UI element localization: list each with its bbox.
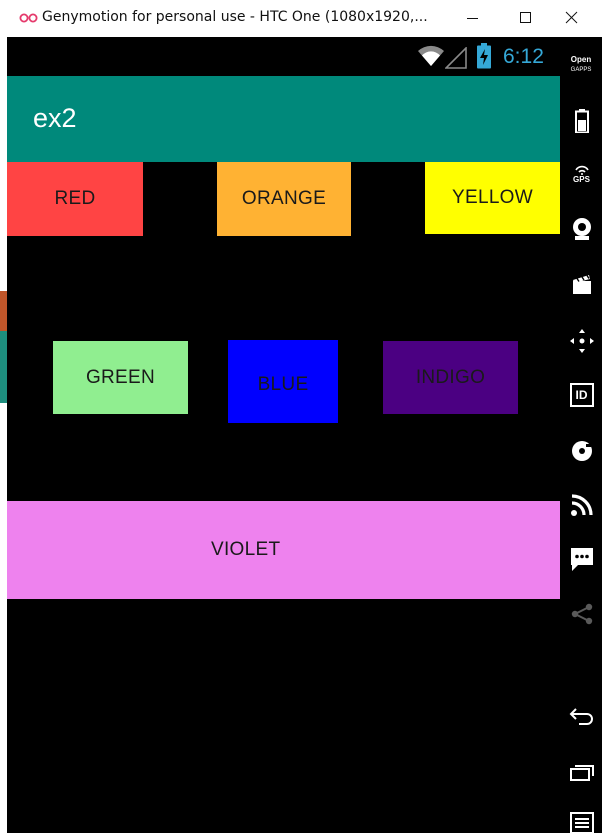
- device-id-label: ID: [575, 387, 588, 402]
- rss-button[interactable]: [568, 491, 595, 518]
- gapps-label-bottom: GAPPS: [570, 67, 592, 73]
- emulator-side-toolbar: Open GAPPS GPS ID: [560, 37, 602, 836]
- status-clock: 6:12: [503, 45, 544, 68]
- yellow-button[interactable]: YELLOW: [425, 162, 560, 234]
- screencast-icon: [572, 274, 591, 294]
- sms-button[interactable]: [568, 545, 595, 572]
- app-bar: ex2: [7, 76, 560, 162]
- violet-button[interactable]: VIOLET: [7, 501, 560, 599]
- close-button[interactable]: [552, 0, 596, 37]
- menu-icon: [569, 811, 594, 834]
- maximize-icon: [520, 12, 531, 23]
- background-window-fragment: [0, 291, 7, 331]
- gps-label: GPS: [573, 175, 590, 184]
- recent-apps-icon: [569, 764, 594, 781]
- window-title: Genymotion for personal use - HTC One (1…: [42, 9, 428, 25]
- device-id-button[interactable]: ID: [568, 381, 595, 408]
- indigo-button[interactable]: INDIGO: [383, 341, 518, 414]
- gapps-label-top: Open: [570, 55, 592, 64]
- status-bar: 6:12: [7, 37, 560, 76]
- wifi-icon: [418, 45, 444, 66]
- disk-icon: [571, 440, 592, 461]
- battery-icon: [574, 108, 589, 133]
- recent-apps-button[interactable]: [568, 759, 595, 786]
- open-gapps-button[interactable]: Open GAPPS: [560, 55, 602, 75]
- android-screen[interactable]: 6:12 ex2 RED ORANGE YELLOW GREEN BLUE IN…: [7, 37, 560, 833]
- app-title: ex2: [33, 103, 77, 133]
- move-button[interactable]: [568, 327, 595, 354]
- move-icon: [569, 328, 594, 353]
- background-desktop-strip: [0, 37, 7, 833]
- webcam-icon: [572, 217, 591, 240]
- close-icon: [565, 11, 578, 24]
- back-icon: [569, 707, 593, 725]
- menu-button[interactable]: [568, 809, 595, 836]
- minimize-button[interactable]: [455, 0, 499, 37]
- back-button[interactable]: [568, 702, 595, 729]
- window-titlebar: Genymotion for personal use - HTC One (1…: [0, 0, 602, 37]
- rss-icon: [570, 493, 593, 516]
- gps-button[interactable]: GPS: [568, 161, 595, 188]
- disk-button[interactable]: [568, 437, 595, 464]
- battery-button[interactable]: [568, 107, 595, 134]
- green-button[interactable]: GREEN: [53, 341, 188, 414]
- background-window-fragment: [0, 331, 7, 403]
- device-id-icon: ID: [569, 382, 594, 407]
- webcam-button[interactable]: [568, 215, 595, 242]
- screencast-button[interactable]: [568, 270, 595, 297]
- minimize-icon: [467, 18, 478, 19]
- orange-button[interactable]: ORANGE: [217, 162, 351, 236]
- battery-charging-icon: [477, 43, 491, 69]
- share-icon: [571, 603, 592, 624]
- red-button[interactable]: RED: [7, 162, 143, 236]
- gps-icon: [574, 165, 589, 175]
- genymotion-logo-icon: [19, 13, 38, 23]
- signal-icon: [445, 47, 467, 69]
- maximize-button[interactable]: [503, 0, 547, 37]
- blue-button[interactable]: BLUE: [228, 340, 338, 423]
- sms-icon: [570, 547, 593, 571]
- share-button[interactable]: [568, 600, 595, 627]
- open-gapps-icon: Open GAPPS: [560, 55, 602, 75]
